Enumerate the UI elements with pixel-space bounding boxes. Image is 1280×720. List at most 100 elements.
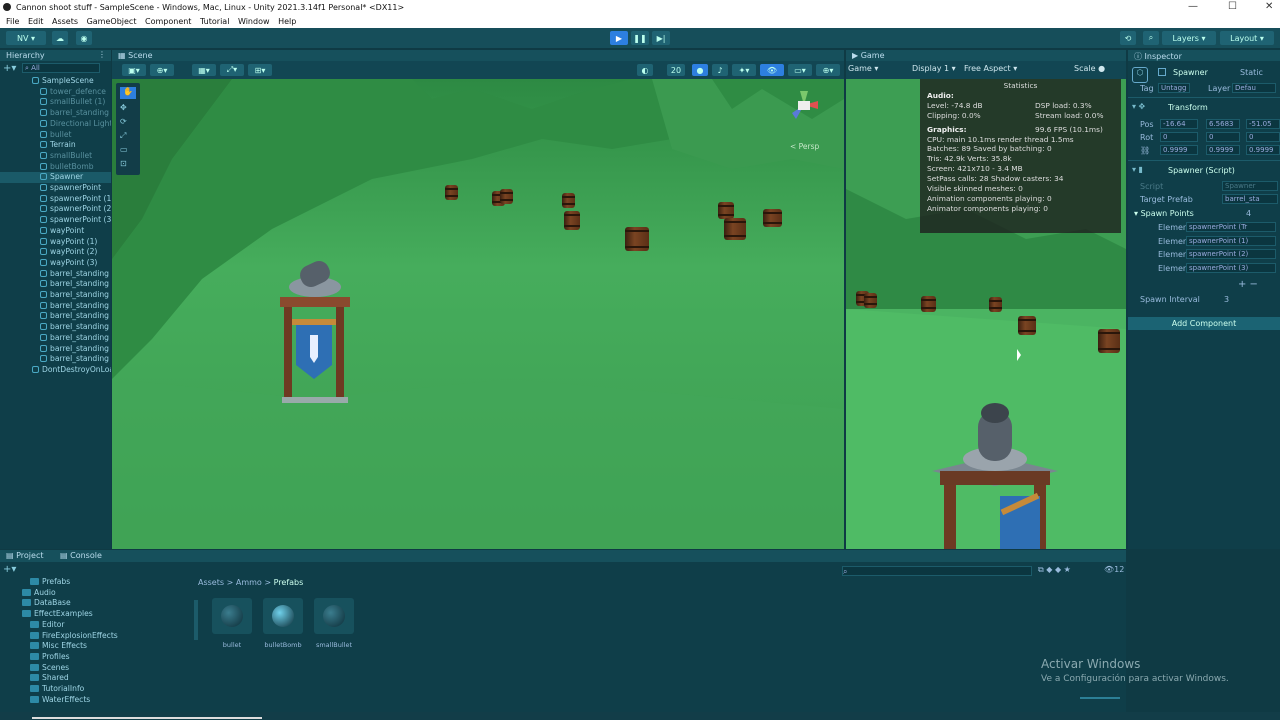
filter-icons[interactable]: ⧉ ◆ ◆ ★ <box>1038 565 1071 575</box>
folder-item[interactable]: Shared <box>30 673 69 684</box>
account-dropdown[interactable]: NV ▾ <box>6 31 46 45</box>
aspect-dropdown[interactable]: Free Aspect ▾ <box>964 64 1017 73</box>
rotation-x-field[interactable]: 0 <box>1160 132 1198 142</box>
hierarchy-item[interactable]: Directional Light <box>0 119 111 130</box>
folder-item[interactable]: EffectExamples <box>22 609 93 620</box>
hierarchy-item[interactable]: barrel_standing <box>0 279 111 290</box>
collab-icon[interactable]: ◉ <box>76 31 92 45</box>
position-z-field[interactable]: -51.05 <box>1246 119 1280 129</box>
spawn-point-element-field[interactable]: spawnerPoint (Tr <box>1186 222 1276 232</box>
scene-view[interactable]: ✋ ✥ ⟳ ⤢ ▭ ⊡ < Persp <box>112 79 844 549</box>
layer-dropdown[interactable]: Defau <box>1232 83 1276 93</box>
asset-smallbullet[interactable]: smallBullet <box>314 598 354 649</box>
transform-tool-icon[interactable]: ⊡ <box>120 159 127 168</box>
scene-tab[interactable]: ▦ Scene <box>112 51 159 60</box>
hierarchy-item[interactable]: wayPoint (1) <box>0 237 111 248</box>
rotate-tool-icon[interactable]: ⟳ <box>120 117 127 126</box>
grid-count[interactable]: 20 <box>667 64 685 76</box>
asset-bullet[interactable]: bullet <box>212 598 252 649</box>
hierarchy-item[interactable]: spawnerPoint (3) <box>0 215 111 226</box>
gizmos-dropdown[interactable]: ⊕▾ <box>816 64 840 76</box>
hierarchy-item[interactable]: smallBullet (1) <box>0 97 111 108</box>
display-dropdown[interactable]: Display 1 ▾ <box>912 64 956 73</box>
hierarchy-item[interactable]: bullet <box>0 130 111 141</box>
menu-edit[interactable]: Edit <box>28 17 44 26</box>
console-tab[interactable]: ▤ Console <box>54 551 108 560</box>
history-icon[interactable]: ⟲ <box>1120 31 1136 45</box>
hierarchy-item[interactable]: wayPoint (3) <box>0 258 111 269</box>
maximize-icon[interactable]: ☐ <box>1228 1 1237 12</box>
folder-item[interactable]: Audio <box>22 588 56 599</box>
tag-dropdown[interactable]: Untagg <box>1158 83 1190 93</box>
hierarchy-item[interactable]: barrel_standing <box>0 322 111 333</box>
hierarchy-search-input[interactable]: ⌕ All <box>22 63 100 73</box>
layout-dropdown[interactable]: Layout ▾ <box>1220 31 1274 45</box>
gizmo-dropdown[interactable]: ⊕▾ <box>150 64 174 76</box>
target-prefab-field[interactable]: barrel_sta <box>1222 194 1278 204</box>
rotation-y-field[interactable]: 0 <box>1206 132 1240 142</box>
play-button[interactable]: ▶ <box>610 31 628 45</box>
menu-tutorial[interactable]: Tutorial <box>200 17 229 26</box>
move-tool-icon[interactable]: ✥ <box>120 103 127 112</box>
hierarchy-item[interactable]: spawnerPoint (2) <box>0 204 111 215</box>
lighting-icon[interactable]: ● <box>692 64 708 76</box>
breadcrumb-prefabs[interactable]: Prefabs <box>274 578 304 587</box>
scale-z-field[interactable]: 0.9999 <box>1246 145 1280 155</box>
search-icon[interactable]: ⌕ <box>1143 31 1159 45</box>
spawn-interval-field[interactable]: 3 <box>1224 295 1229 304</box>
folder-item[interactable]: FireExplosionEffects <box>30 631 118 642</box>
scale-link-icon[interactable]: ⛓ <box>1140 146 1150 155</box>
menu-component[interactable]: Component <box>145 17 191 26</box>
hierarchy-item[interactable]: Terrain <box>0 140 111 151</box>
add-asset-icon[interactable]: +▾ <box>3 564 16 575</box>
hand-tool-icon[interactable]: ✋ <box>120 87 136 99</box>
zoom-slider[interactable] <box>1080 697 1120 699</box>
scale-slider[interactable]: Scale ● <box>1074 64 1105 73</box>
hierarchy-item[interactable]: barrel_standing <box>0 333 111 344</box>
asset-bulletbomb[interactable]: bulletBomb <box>263 598 303 649</box>
menu-window[interactable]: Window <box>238 17 270 26</box>
cloud-icon[interactable]: ☁ <box>52 31 68 45</box>
increment-snap-dropdown[interactable]: ⤢▾ <box>220 64 244 76</box>
hidden-count[interactable]: 👁12 <box>1104 565 1124 574</box>
splitter[interactable] <box>194 600 198 640</box>
hierarchy-item[interactable]: barrel_standing <box>0 311 111 322</box>
folder-item[interactable]: Prefabs <box>30 577 70 588</box>
hierarchy-item[interactable]: barrel_standing <box>0 108 111 119</box>
hierarchy-item[interactable]: spawnerPoint <box>0 183 111 194</box>
camera-dropdown[interactable]: ▭▾ <box>788 64 812 76</box>
position-y-field[interactable]: 6.5683 <box>1206 119 1240 129</box>
spawn-point-element-field[interactable]: spawnerPoint (1) <box>1186 235 1276 246</box>
hierarchy-item[interactable]: barrel_standing <box>0 301 111 312</box>
static-toggle[interactable]: Static <box>1240 68 1263 77</box>
hierarchy-item[interactable]: DontDestroyOnLoad <box>0 365 111 376</box>
2d-toggle-icon[interactable]: ◐ <box>637 64 653 76</box>
add-icon[interactable]: +▾ <box>3 63 16 74</box>
layers-dropdown[interactable]: Layers ▾ <box>1162 31 1216 45</box>
audio-icon[interactable]: ♪ <box>712 64 728 76</box>
game-tab[interactable]: ▶ Game <box>846 51 891 60</box>
hierarchy-item[interactable]: barrel_standing <box>0 354 111 365</box>
position-x-field[interactable]: -16.64 <box>1160 119 1198 129</box>
menu-file[interactable]: File <box>6 17 19 26</box>
hierarchy-item[interactable]: Spawner <box>0 172 111 183</box>
more-icon[interactable]: ⋮ <box>98 50 106 59</box>
folder-item[interactable]: DataBase <box>22 598 71 609</box>
folder-item[interactable]: Scenes <box>30 663 69 674</box>
draw-mode-dropdown[interactable]: ▣▾ <box>122 64 146 76</box>
breadcrumb-assets[interactable]: Assets <box>198 578 224 587</box>
menu-assets[interactable]: Assets <box>52 17 78 26</box>
object-name[interactable]: Spawner <box>1173 68 1208 77</box>
rect-tool-icon[interactable]: ▭ <box>120 145 128 154</box>
hierarchy-item[interactable]: wayPoint (2) <box>0 247 111 258</box>
close-icon[interactable]: ✕ <box>1265 1 1273 12</box>
hierarchy-item[interactable]: spawnerPoint (1) <box>0 194 111 205</box>
folder-item[interactable]: Profiles <box>30 652 70 663</box>
add-element-button[interactable]: + − <box>1238 279 1258 290</box>
hierarchy-item[interactable]: wayPoint <box>0 226 111 237</box>
spawn-points-label[interactable]: ▾ Spawn Points <box>1134 209 1194 218</box>
game-mode-dropdown[interactable]: Game ▾ <box>848 64 878 73</box>
spawn-point-element-field[interactable]: spawnerPoint (2) <box>1186 249 1276 259</box>
scale-tool-icon[interactable]: ⤢ <box>120 131 126 141</box>
hierarchy-item[interactable]: barrel_standing <box>0 290 111 301</box>
